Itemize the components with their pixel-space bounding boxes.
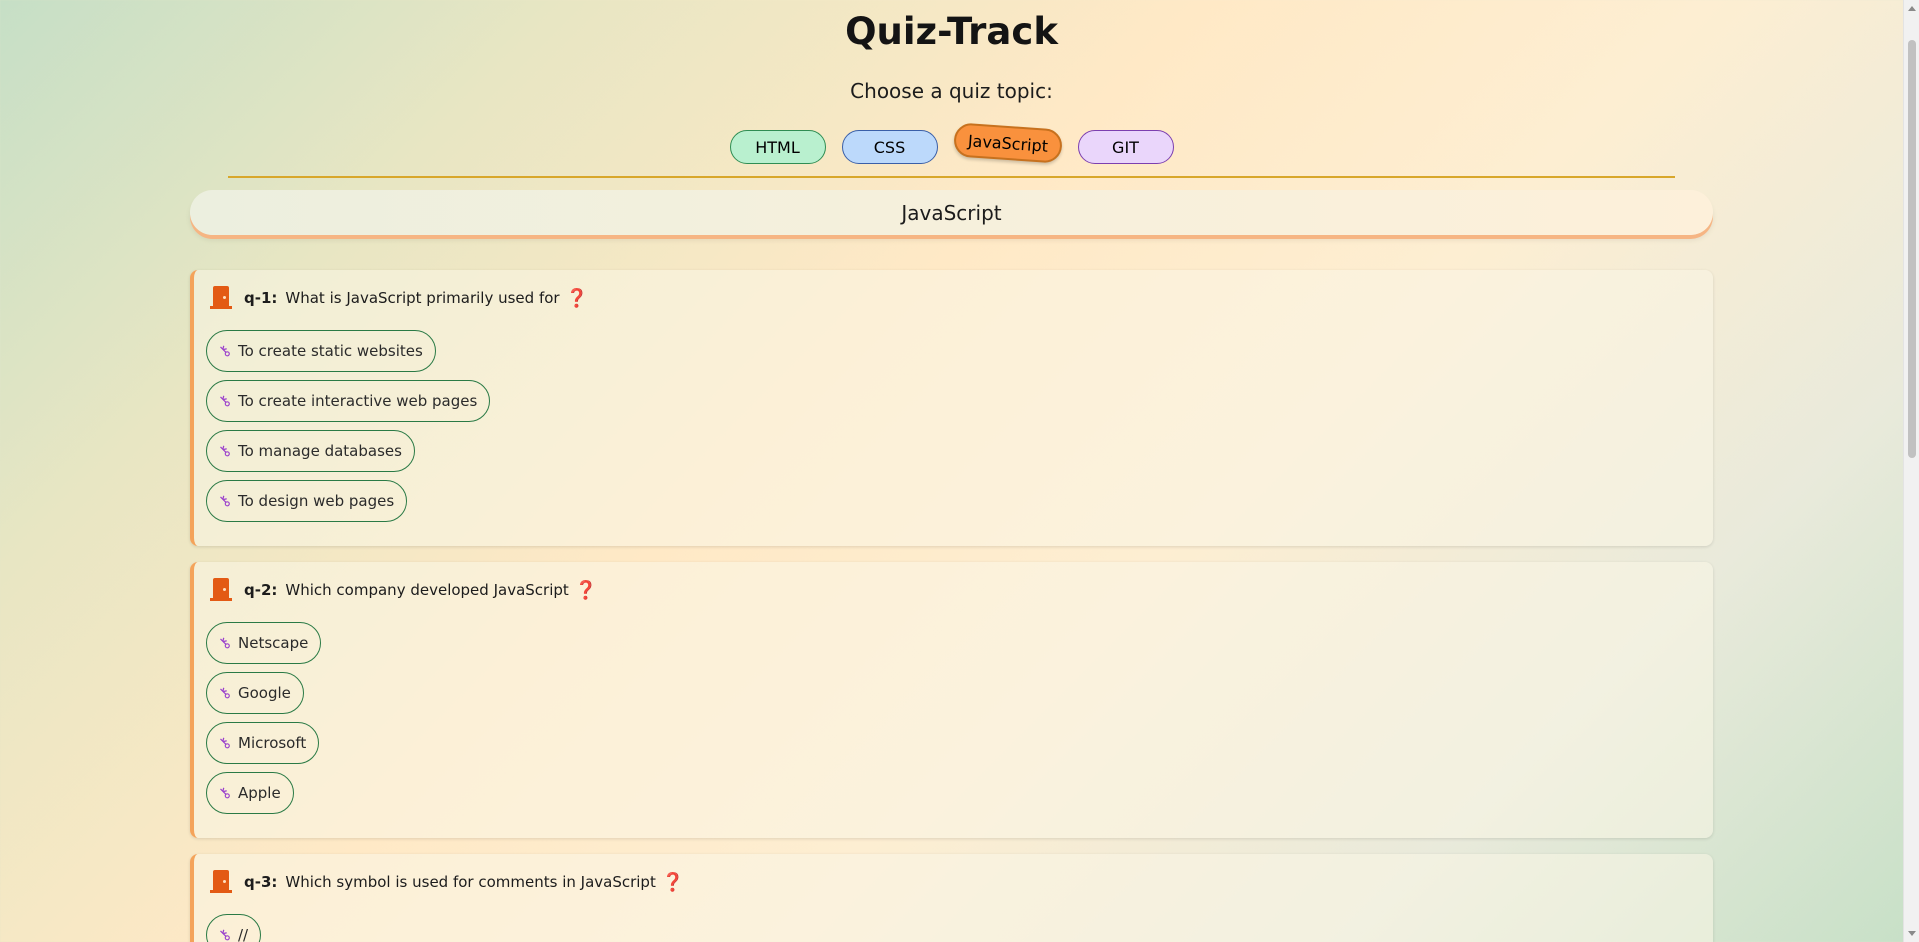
- key-icon: ⚷: [214, 924, 235, 942]
- answer-label: Apple: [238, 784, 281, 802]
- page: Quiz-Track Choose a quiz topic: HTML CSS…: [0, 0, 1903, 942]
- key-icon: ⚷: [214, 390, 235, 412]
- topic-prompt: Choose a quiz topic:: [850, 79, 1053, 103]
- topic-selector: HTML CSS JavaScript GIT: [0, 122, 1903, 164]
- answer-option[interactable]: ⚷ Netscape: [206, 622, 322, 664]
- question-card: q-1: What is JavaScript primarily used f…: [190, 270, 1713, 546]
- answer-label: To design web pages: [238, 492, 395, 510]
- question-text: What is JavaScript primarily used for: [285, 289, 560, 307]
- question-header: q-1: What is JavaScript primarily used f…: [210, 286, 588, 310]
- answer-list: ⚷//: [206, 914, 262, 942]
- question-card: q-3: Which symbol is used for comments i…: [190, 854, 1713, 942]
- answer-option[interactable]: ⚷ Apple: [206, 772, 294, 814]
- door-icon: [210, 578, 232, 602]
- answer-label: Microsoft: [238, 734, 307, 752]
- topic-css-button[interactable]: CSS: [841, 130, 938, 164]
- key-icon: ⚷: [214, 632, 235, 654]
- answer-list: ⚷ Netscape ⚷ Google ⚷ Microsoft ⚷ Apple: [206, 622, 322, 814]
- scroll-up-arrow-icon[interactable]: [1908, 6, 1916, 11]
- question-number: q-3:: [244, 873, 278, 891]
- question-text: Which company developed JavaScript: [285, 581, 569, 599]
- key-icon: ⚷: [214, 782, 235, 804]
- topic-git-button[interactable]: GIT: [1077, 130, 1174, 164]
- answer-label: Google: [238, 684, 291, 702]
- key-icon: ⚷: [214, 440, 235, 462]
- answer-label: To manage databases: [238, 442, 402, 460]
- answer-option[interactable]: ⚷ To manage databases: [206, 430, 415, 472]
- answer-option[interactable]: ⚷ To design web pages: [206, 480, 408, 522]
- answer-list: ⚷ To create static websites ⚷ To create in…: [206, 330, 491, 522]
- answer-option[interactable]: ⚷//: [206, 914, 262, 942]
- topic-html-button[interactable]: HTML: [729, 130, 826, 164]
- answer-label: To create interactive web pages: [238, 392, 478, 410]
- question-number: q-1:: [244, 289, 278, 307]
- answer-option[interactable]: ⚷ To create static websites: [206, 330, 436, 372]
- answer-label: Netscape: [238, 634, 309, 652]
- key-icon: ⚷: [214, 682, 235, 704]
- key-icon: ⚷: [214, 340, 235, 362]
- question-card: q-2: Which company developed JavaScript …: [190, 562, 1713, 838]
- scroll-down-arrow-icon[interactable]: [1908, 931, 1916, 936]
- question-header: q-3: Which symbol is used for comments i…: [210, 870, 684, 894]
- app-title: Quiz-Track: [845, 10, 1058, 53]
- question-mark-icon: ❓: [661, 871, 685, 893]
- vertical-scrollbar[interactable]: [1903, 0, 1919, 942]
- key-icon: ⚷: [214, 732, 235, 754]
- question-number: q-2:: [244, 581, 278, 599]
- topic-javascript-button[interactable]: JavaScript: [952, 122, 1063, 164]
- answer-option[interactable]: ⚷ To create interactive web pages: [206, 380, 491, 422]
- question-header: q-2: Which company developed JavaScript …: [210, 578, 597, 602]
- divider: [228, 176, 1675, 178]
- answer-option[interactable]: ⚷ Google: [206, 672, 304, 714]
- answer-label: //: [238, 926, 249, 942]
- door-icon: [210, 286, 232, 310]
- key-icon: ⚷: [214, 490, 235, 512]
- answer-option[interactable]: ⚷ Microsoft: [206, 722, 320, 764]
- scrollbar-thumb[interactable]: [1908, 40, 1916, 458]
- question-mark-icon: ❓: [565, 287, 588, 309]
- question-text: Which symbol is used for comments in Jav…: [285, 873, 656, 891]
- section-title: JavaScript: [190, 190, 1713, 235]
- door-icon: [210, 870, 232, 894]
- answer-label: To create static websites: [238, 342, 423, 360]
- question-mark-icon: ❓: [574, 579, 598, 601]
